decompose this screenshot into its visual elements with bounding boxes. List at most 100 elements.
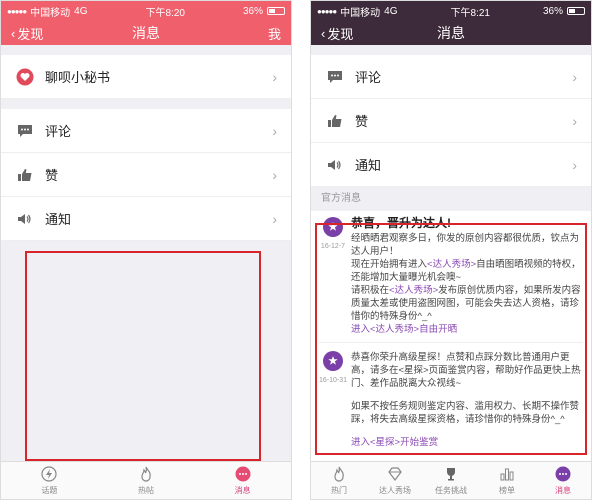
chevron-right-icon: › [272,210,277,227]
speaker-icon [15,209,35,229]
showroom-link[interactable]: <达人秀场> [427,259,476,270]
battery-percent: 36% [242,5,263,17]
lightning-icon [40,465,58,483]
chat-bubble-icon [554,465,572,483]
bar-chart-icon [498,465,516,483]
list-item-label: 评论 [355,70,382,85]
chevron-left-icon: ‹ [321,25,326,41]
showroom-link[interactable]: <达人秀场> [389,285,438,296]
network-label: 4G [384,5,398,17]
carrier-label: 中国移动 [340,7,381,19]
battery-icon [267,7,285,15]
divider [319,342,583,343]
tab-rankings[interactable]: 榜单 [479,462,535,499]
chat-bubble-icon [234,465,252,483]
flame-icon [137,465,155,483]
chevron-right-icon: › [272,68,277,85]
list-item-notifications[interactable]: 通知 › [311,143,591,187]
diamond-icon [386,465,404,483]
signal-icon: ●●●●● [317,6,337,16]
chevron-right-icon: › [572,156,577,173]
tab-label: 消息 [234,486,251,495]
page-title: 消息 [132,25,160,41]
message-title: 恭喜，晋升为达人! [351,216,451,230]
list-item-secretary[interactable]: 聊呗小秘书 › [1,55,291,99]
back-label: 发现 [327,26,354,42]
me-button[interactable]: 我 [268,24,281,43]
enter-scout-link[interactable]: 进入<星探>开始鉴赏 [351,436,585,449]
status-bar: ●●●●● 中国移动 4G 下午8:20 36% [1,1,291,21]
list-item-label: 赞 [45,168,59,183]
tab-label: 消息 [555,486,571,495]
avatar [323,217,343,237]
chevron-right-icon: › [572,68,577,85]
tab-topics[interactable]: 话题 [1,462,98,499]
signal-icon: ●●●●● [7,6,27,16]
list-item-label: 赞 [355,114,369,129]
thumbs-up-icon [325,111,345,131]
comment-icon [325,67,345,87]
message-date: 16-12-7 [320,243,346,250]
message-text: 请积极在<达人秀场>发布原创优质内容，如果所发内容质量太差或使用盗图网图，可能会… [351,284,585,323]
tab-label: 热门 [331,486,347,495]
right-phone-screen: ●●●●● 中国移动 4G 下午8:21 36% ‹ 发现 消息 评论 › 赞 … [310,0,592,500]
list-item-label: 通知 [45,212,72,227]
clock: 下午8:20 [145,7,185,19]
chevron-left-icon: ‹ [11,25,16,41]
message-date: 16-10-31 [318,377,348,384]
list-item-label: 聊呗小秘书 [45,70,111,85]
tab-showroom[interactable]: 达人秀场 [367,462,423,499]
tab-messages[interactable]: 消息 [535,462,591,499]
message-text: 如果不按任务规则鉴定内容、滥用权力、长期不操作赞踩，将失去高级星探资格，请珍惜你… [351,401,580,425]
message-text: 经晒晒君观察多日，你发的原创内容都很优质，钦点为达人用户！ [351,233,580,257]
trophy-icon [442,465,460,483]
nav-bar: ‹ 发现 消息 我 [1,21,291,45]
message-text: 现在开始拥有进入<达人秀场>自由晒图晒视频的特权，还能增加大量曝光机会噢~ [351,258,585,284]
section-label: 官方消息 [311,187,591,211]
tab-label: 话题 [41,486,58,495]
message-text: 恭喜你荣升高级星探！点赞和点踩分数比普通用户更高，请多在<星探>页面鉴赏内容，帮… [351,352,581,389]
list-item-likes[interactable]: 赞 › [1,153,291,197]
chevron-right-icon: › [572,112,577,129]
list-item-comments[interactable]: 评论 › [311,55,591,99]
empty-area [1,241,291,471]
tab-bar: 热门 达人秀场 任务挑战 榜单 消息 [311,461,591,499]
avatar [323,351,343,371]
tab-messages[interactable]: 消息 [194,462,291,499]
thumbs-up-icon [15,165,35,185]
carrier-label: 中国移动 [30,7,71,19]
back-label: 发现 [17,26,44,42]
tab-label: 榜单 [499,486,515,495]
official-message: 16-10-31 恭喜你荣升高级星探！点赞和点踩分数比普通用户更高，请多在<星探… [311,345,591,453]
tab-hot[interactable]: 热门 [311,462,367,499]
text-span: 请积极在 [351,285,390,296]
tab-hot-posts[interactable]: 热帖 [98,462,195,499]
status-bar: ●●●●● 中国移动 4G 下午8:21 36% [311,1,591,21]
tab-challenges[interactable]: 任务挑战 [423,462,479,499]
nav-bar: ‹ 发现 消息 [311,21,591,45]
battery-percent: 36% [542,5,563,17]
list-item-likes[interactable]: 赞 › [311,99,591,143]
tab-label: 任务挑战 [435,486,467,495]
tab-label: 达人秀场 [379,486,411,495]
divider [1,99,291,109]
list-item-comments[interactable]: 评论 › [1,109,291,153]
flame-icon [330,465,348,483]
chevron-right-icon: › [272,166,277,183]
back-button[interactable]: ‹ 发现 [11,24,43,43]
divider [1,45,291,55]
battery-icon [567,7,585,15]
divider [311,45,591,55]
tab-bar: 话题 热帖 消息 [1,461,291,499]
tab-label: 热帖 [138,486,154,495]
network-label: 4G [74,5,88,17]
comment-icon [15,121,35,141]
enter-showroom-link[interactable]: 进入<达人秀场>自由开晒 [351,323,585,336]
speaker-icon [325,155,345,175]
official-message: 16-12-7 恭喜，晋升为达人! 经晒晒君观察多日，你发的原创内容都很优质，钦… [311,211,591,340]
list-item-notifications[interactable]: 通知 › [1,197,291,241]
back-button[interactable]: ‹ 发现 [321,24,353,43]
text-span: 现在开始拥有进入 [351,259,428,270]
heart-badge-icon [15,67,35,87]
list-item-label: 通知 [355,158,382,173]
